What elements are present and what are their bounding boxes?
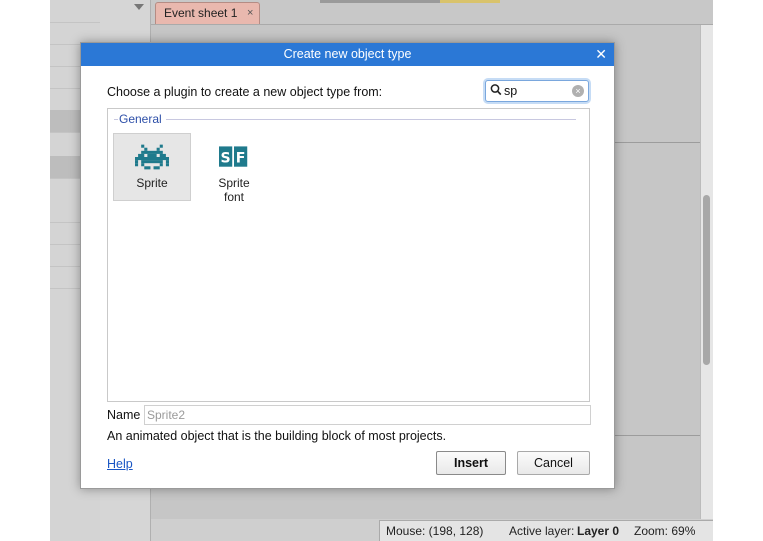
scrollbar-thumb[interactable] bbox=[703, 195, 710, 365]
close-icon[interactable]: ✕ bbox=[595, 43, 607, 66]
insert-button[interactable]: Insert bbox=[436, 451, 506, 475]
help-link[interactable]: Help bbox=[107, 457, 133, 471]
clear-search-icon[interactable]: × bbox=[572, 85, 584, 97]
plugin-description: An animated object that is the building … bbox=[107, 429, 447, 443]
toolbar-strip bbox=[440, 0, 500, 3]
svg-text:S: S bbox=[221, 150, 231, 166]
active-layer-value: Layer 0 bbox=[577, 524, 620, 538]
svg-text:F: F bbox=[236, 150, 246, 166]
plugin-label-line: Sprite bbox=[218, 176, 250, 190]
sprite-font-icon: S F bbox=[219, 146, 248, 167]
panel-row[interactable] bbox=[50, 0, 100, 23]
cancel-button[interactable]: Cancel bbox=[517, 451, 590, 475]
name-input[interactable] bbox=[144, 405, 591, 425]
group-divider bbox=[114, 119, 118, 120]
tab-bar: Event sheet 1 × bbox=[151, 0, 713, 25]
zoom-level: Zoom: 69% bbox=[634, 524, 696, 538]
search-field[interactable]: × bbox=[485, 80, 589, 102]
status-bar: Mouse: (198, 128) Active layer: Layer 0 … bbox=[379, 520, 713, 541]
plugin-list[interactable]: General Sprite S F Sprite font bbox=[107, 108, 590, 402]
group-divider bbox=[166, 119, 576, 120]
plugin-sprite-font[interactable]: S F Sprite font bbox=[195, 133, 273, 204]
plugin-label: Sprite font bbox=[196, 176, 272, 204]
dialog-title: Create new object type bbox=[81, 43, 614, 66]
mouse-position: Mouse: (198, 128) bbox=[386, 524, 484, 538]
dialog-prompt: Choose a plugin to create a new object t… bbox=[107, 85, 383, 99]
vertical-scrollbar[interactable] bbox=[700, 25, 713, 519]
space-invader-icon bbox=[135, 144, 169, 170]
close-icon[interactable]: × bbox=[247, 3, 253, 24]
plugin-label-line: font bbox=[223, 190, 244, 204]
tab-label: Event sheet 1 bbox=[164, 6, 238, 20]
toolbar-strip bbox=[320, 0, 440, 3]
group-label-general: General bbox=[119, 112, 162, 126]
plugin-label: Sprite bbox=[136, 176, 168, 190]
search-icon bbox=[490, 84, 502, 96]
create-object-dialog: Create new object type ✕ Choose a plugin… bbox=[80, 42, 615, 489]
name-label: Name bbox=[107, 408, 141, 422]
tab-event-sheet[interactable]: Event sheet 1 × bbox=[155, 2, 261, 24]
plugin-sprite[interactable]: Sprite bbox=[113, 133, 191, 201]
active-layer-label: Active layer: bbox=[509, 524, 575, 538]
search-input[interactable] bbox=[504, 82, 570, 99]
chevron-down-icon[interactable] bbox=[134, 4, 144, 10]
